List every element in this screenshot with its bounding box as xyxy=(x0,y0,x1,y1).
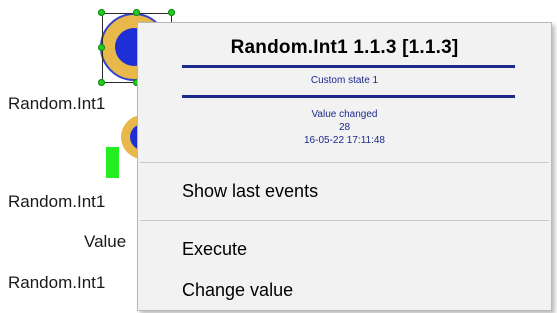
resize-handle-tc[interactable] xyxy=(133,9,140,16)
object-label: Random.Int1 xyxy=(8,192,106,211)
object-title: Random.Int1 1.1.3 [1.1.3] xyxy=(230,37,459,58)
event-name: Value changed xyxy=(311,109,378,120)
resize-handle-tr[interactable] xyxy=(168,9,175,16)
menu-item-show-last-events[interactable]: Show last events xyxy=(139,174,550,208)
divider xyxy=(182,65,515,68)
object-label: Random.Int1 xyxy=(8,94,106,113)
event-value: 28 xyxy=(338,122,351,133)
menu-item-execute[interactable]: Execute xyxy=(139,232,550,266)
menu-separator xyxy=(140,162,549,163)
divider xyxy=(182,95,515,98)
resize-handle-tl[interactable] xyxy=(98,9,105,16)
level-indicator xyxy=(106,147,119,178)
resize-handle-ml[interactable] xyxy=(98,44,105,51)
menu-separator xyxy=(140,220,549,221)
state-text: Custom state 1 xyxy=(310,75,379,86)
object-label: Random.Int1 xyxy=(8,273,106,292)
menu-item-change-value[interactable]: Change value xyxy=(139,273,550,307)
event-time: 16-05-22 17:11:48 xyxy=(304,135,385,146)
resize-handle-bl[interactable] xyxy=(98,79,105,86)
map-canvas: Random.Int1 Random.Int1 Value Random.Int… xyxy=(0,0,557,313)
context-menu: Random.Int1 1.1.3 [1.1.3] Custom state 1… xyxy=(137,22,552,311)
object-label: Value xyxy=(84,232,127,251)
